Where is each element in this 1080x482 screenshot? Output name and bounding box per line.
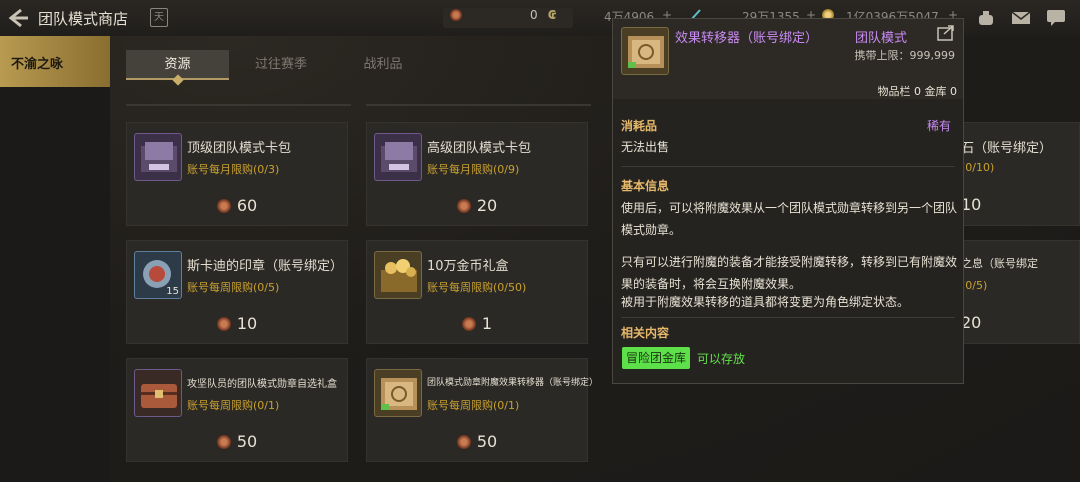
- item-name: 高级团队模式卡包: [427, 141, 532, 156]
- account-vault-badge: 冒险团金库: [622, 347, 691, 369]
- chat-icon: [1047, 10, 1065, 26]
- shop-item-card[interactable]: 高级团队模式卡包 账号每月限购(0/9) 20: [366, 122, 588, 226]
- related-title: 相关内容: [621, 326, 670, 340]
- currency-token-icon: [450, 8, 462, 28]
- item-limit: 账号每周限购(0/50): [427, 281, 527, 294]
- tab-resources[interactable]: 资源: [126, 50, 229, 86]
- back-arrow-icon: [8, 8, 28, 28]
- left-panel: [0, 87, 110, 482]
- currency-c-icon: ₢: [548, 8, 557, 22]
- enchant-transfer-icon: [621, 27, 669, 75]
- token-icon: [456, 199, 471, 213]
- tab-loot[interactable]: 战利品: [333, 50, 433, 80]
- item-name: 团队模式勋章附魔效果转移器（账号绑定）: [427, 378, 599, 388]
- item-name: 10万金币礼盒: [427, 259, 509, 274]
- tab-past-seasons[interactable]: 过往赛季: [231, 50, 331, 80]
- tradability: 无法出售: [621, 140, 670, 154]
- token-icon: [216, 317, 231, 331]
- shop-item-card[interactable]: 10万金币礼盒 账号每周限购(0/50) 1: [366, 240, 588, 344]
- chat-button[interactable]: [1046, 9, 1066, 27]
- item-price: 20: [961, 313, 982, 332]
- item-price: 20: [367, 196, 587, 215]
- item-name: 之息（账号绑定: [961, 257, 1038, 270]
- item-price: 60: [127, 196, 347, 215]
- token-icon: [216, 435, 231, 449]
- basic-info-text: 只有可以进行附魔的装备才能接受附魔转移，转移到已有附魔效果的装备时，将会互换附魔…: [621, 255, 958, 291]
- token-icon: [461, 317, 476, 331]
- share-icon: [937, 25, 954, 41]
- storable-text: 可以存放: [697, 352, 746, 366]
- mail-button[interactable]: [1011, 9, 1031, 27]
- divider: [621, 166, 955, 167]
- item-limit: 账号每周限购(0/1): [187, 399, 280, 412]
- token-icon: [456, 435, 471, 449]
- item-tooltip: 效果转移器（账号绑定） 团队模式 携带上限：999,999 物品栏 0 金库 0…: [612, 18, 964, 384]
- currency-token-value: 0: [530, 8, 538, 22]
- shop-item-card[interactable]: 15 斯卡迪的印章（账号绑定） 账号每周限购(0/5) 10: [126, 240, 348, 344]
- basic-info-text: 使用后，可以将附魔效果从一个团队模式勋章转移到另一个团队模式勋章。: [621, 201, 958, 237]
- mail-icon: [1011, 11, 1031, 24]
- item-name: 石（账号绑定）: [961, 141, 1053, 156]
- item-name: 攻坚队员的团队模式勋章自选礼盒: [187, 379, 337, 390]
- calendar-button[interactable]: 天: [150, 8, 168, 27]
- item-limit: 账号每月限购(0/9): [427, 163, 520, 176]
- enchant-transfer-icon: [374, 369, 422, 417]
- item-price: 50: [367, 432, 587, 451]
- card-pack-icon: [374, 133, 422, 181]
- sidebar-item-label: 不渝之咏: [11, 57, 64, 72]
- shop-item-card[interactable]: 攻坚队员的团队模式勋章自选礼盒 账号每周限购(0/1) 50: [126, 358, 348, 462]
- tab-label: 资源: [164, 57, 191, 72]
- item-price: 10: [127, 314, 347, 333]
- shop-item-card-partial[interactable]: 石（账号绑定） (0/10) 10: [960, 122, 1080, 226]
- pot-icon: [979, 11, 993, 25]
- shop-item-card[interactable]: 团队模式勋章附魔效果转移器（账号绑定） 账号每周限购(0/1) 50: [366, 358, 598, 462]
- item-price: 10: [961, 195, 982, 214]
- page-title: 团队模式商店: [38, 10, 129, 28]
- shop-item-card[interactable]: 顶级团队模式卡包 账号每月限购(0/3) 60: [126, 122, 348, 226]
- item-limit: 账号每周限购(0/1): [427, 399, 520, 412]
- item-category: 消耗品: [621, 119, 658, 133]
- item-price: 50: [127, 432, 347, 451]
- item-price: 1: [367, 314, 587, 333]
- inventory-count: 物品栏 0 金库 0: [877, 85, 958, 98]
- tab-label: 战利品: [363, 57, 403, 72]
- divider: [621, 317, 955, 318]
- basic-info-text: 被用于附魔效果转移的道具都将变更为角色绑定状态。: [621, 295, 910, 309]
- item-name: 顶级团队模式卡包: [187, 141, 292, 156]
- item-count: 15: [166, 286, 179, 297]
- calendar-icon: 天: [154, 12, 164, 23]
- share-button[interactable]: [937, 25, 955, 41]
- divider: [126, 104, 351, 106]
- basic-info-title: 基本信息: [621, 179, 670, 193]
- item-rarity: 稀有: [926, 119, 951, 133]
- shop-item-card-partial[interactable]: 之息（账号绑定 (0/5) 20: [960, 240, 1080, 344]
- carry-limit: 携带上限：999,999: [854, 49, 956, 62]
- tab-label: 过往赛季: [254, 57, 307, 72]
- item-limit: 账号每月限购(0/3): [187, 163, 280, 176]
- item-limit: (0/10): [961, 161, 995, 174]
- item-limit: (0/5): [961, 279, 988, 292]
- item-name: 斯卡迪的印章（账号绑定）: [187, 259, 344, 274]
- back-button[interactable]: [6, 7, 30, 29]
- seal-icon: 15: [134, 251, 182, 299]
- token-icon: [216, 199, 231, 213]
- chest-icon: [134, 369, 182, 417]
- sidebar-item-buyuzhiyong[interactable]: 不渝之咏: [0, 36, 110, 87]
- divider: [366, 104, 591, 106]
- gold-box-icon: [374, 251, 422, 299]
- storage-button[interactable]: [976, 9, 996, 27]
- tooltip-item-name: 效果转移器（账号绑定）: [675, 31, 819, 46]
- tooltip-mode: 团队模式: [855, 31, 908, 46]
- item-limit: 账号每周限购(0/5): [187, 281, 280, 294]
- card-pack-icon: [134, 133, 182, 181]
